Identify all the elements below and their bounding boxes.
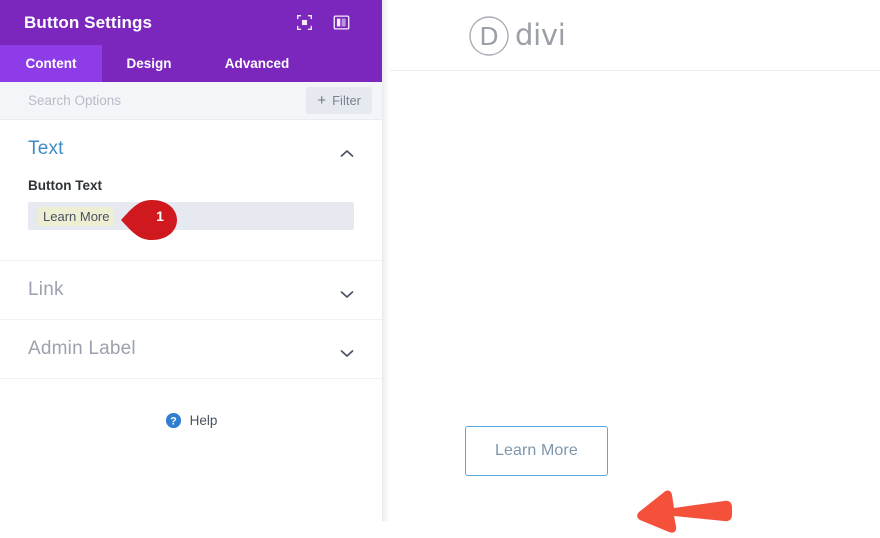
tab-design[interactable]: Design <box>102 45 196 82</box>
button-text-value: Learn More <box>38 206 115 226</box>
learn-more-button[interactable]: Learn More <box>465 426 608 476</box>
divi-button-settings-screen: Button Settings Content Design Advanced … <box>0 0 880 533</box>
preview-header: D divi <box>390 0 880 71</box>
section-text-title: Text <box>28 138 64 159</box>
tab-content[interactable]: Content <box>0 45 102 82</box>
section-link-title: Link <box>28 279 64 300</box>
layout-panel-icon[interactable] <box>333 14 350 31</box>
preview-body: Learn More <box>390 71 880 533</box>
svg-text:D: D <box>479 22 498 51</box>
section-admin-label-header[interactable]: Admin Label <box>0 320 382 378</box>
page-preview: D divi Learn More <box>390 0 880 533</box>
section-text-body: Button Text Learn More <box>0 178 382 260</box>
button-text-label: Button Text <box>28 178 102 193</box>
chevron-down-icon <box>340 286 354 298</box>
section-link: Link <box>0 261 382 320</box>
panel-header-icons <box>296 14 368 31</box>
chevron-down-icon <box>340 345 354 357</box>
focus-target-icon[interactable] <box>296 14 313 31</box>
plus-icon: + <box>317 92 327 109</box>
section-admin-label: Admin Label <box>0 320 382 379</box>
filter-button[interactable]: + Filter <box>306 87 372 114</box>
help-button[interactable]: ? Help <box>0 379 382 429</box>
settings-tab-bar: Content Design Advanced <box>0 45 382 82</box>
tab-advanced[interactable]: Advanced <box>196 45 318 82</box>
divi-logo: D divi <box>468 15 566 57</box>
section-admin-label-title: Admin Label <box>28 338 136 359</box>
section-link-header[interactable]: Link <box>0 261 382 319</box>
panel-divider <box>382 0 390 521</box>
question-circle-icon: ? <box>165 412 182 429</box>
section-text: Text Button Text Learn More <box>0 120 382 261</box>
panel-header: Button Settings <box>0 0 382 45</box>
button-settings-panel: Button Settings Content Design Advanced … <box>0 0 382 521</box>
help-label: Help <box>189 413 218 428</box>
svg-text:?: ? <box>170 415 177 427</box>
left-arrow-annotation-icon <box>636 489 734 533</box>
chevron-up-icon <box>340 145 354 157</box>
filter-button-label: Filter <box>332 93 361 108</box>
section-text-header[interactable]: Text <box>0 120 382 178</box>
search-options-row: + Filter <box>0 82 382 120</box>
divi-mark-icon: D <box>468 15 510 57</box>
page-title: Button Settings <box>24 12 153 32</box>
divi-wordmark: divi <box>515 17 566 52</box>
search-input[interactable] <box>28 93 307 108</box>
button-text-input[interactable]: Learn More <box>28 202 354 230</box>
